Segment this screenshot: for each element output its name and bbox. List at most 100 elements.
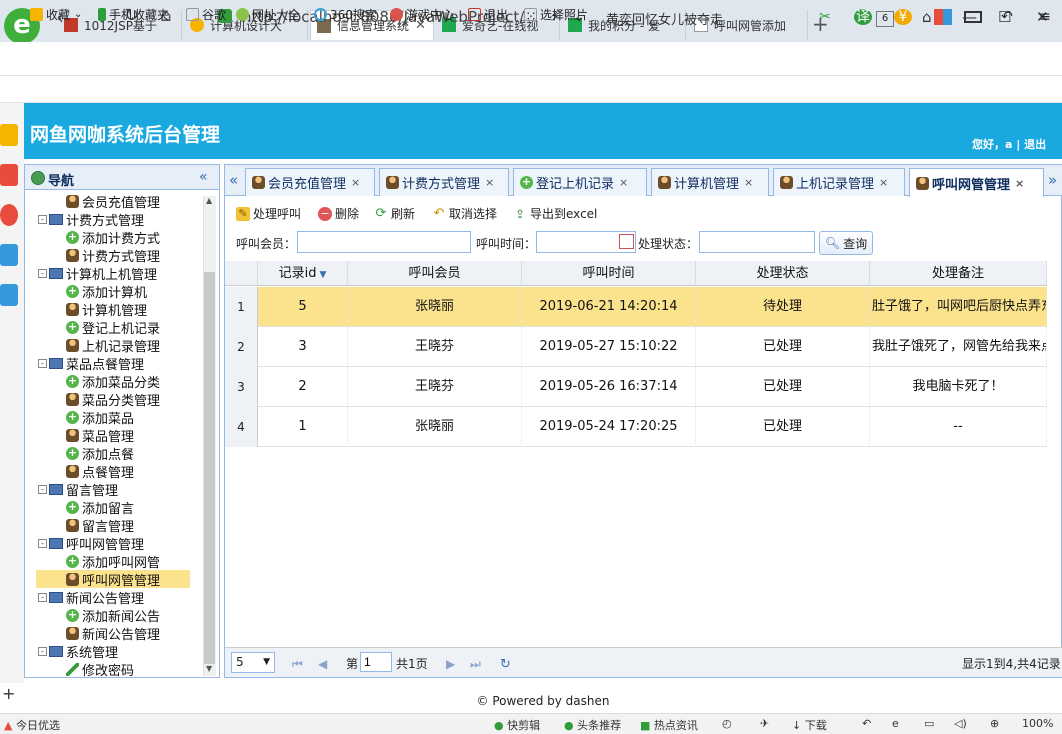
close-tab-icon[interactable]: ×	[351, 176, 360, 189]
nav-item-message-manage[interactable]: 留言管理	[66, 516, 134, 535]
delete-button[interactable]: − 删除	[318, 205, 359, 222]
undo-icon[interactable]: ↶	[998, 9, 1016, 25]
prev-page-icon[interactable]: ◀	[318, 657, 327, 671]
tree-toggle-icon[interactable]: -	[38, 484, 47, 494]
nav-item-add-computer[interactable]: + 添加计算机	[66, 282, 147, 301]
grid-header-status[interactable]: 处理状态	[696, 261, 870, 286]
close-tab-icon[interactable]: ×	[879, 176, 888, 189]
grid-header-id[interactable]: 记录id ▼	[258, 261, 348, 286]
status-ie-icon[interactable]: e	[892, 717, 899, 730]
last-page-icon[interactable]: ⏭	[470, 657, 481, 672]
bookmark-item[interactable]: 选择照片	[524, 6, 588, 23]
scroll-up-icon[interactable]: ▲	[206, 196, 212, 205]
side-star-icon[interactable]	[0, 124, 18, 146]
zoom-level[interactable]: 100%	[1022, 717, 1053, 730]
status-item-headlines[interactable]: ● 头条推荐	[564, 717, 621, 733]
close-tab-icon[interactable]: ×	[1015, 177, 1024, 190]
bookmark-item[interactable]: 360搜索	[314, 6, 377, 23]
bookmark-item[interactable]: 手机收藏夹	[98, 6, 169, 23]
nav-group-system[interactable]: - 系统管理	[38, 642, 118, 661]
nav-scrollbar-thumb[interactable]	[204, 272, 215, 664]
side-add-icon[interactable]: +	[2, 684, 15, 703]
mail-icon[interactable]	[0, 244, 18, 266]
tab-register-session[interactable]: + 登记上机记录 ×	[513, 168, 647, 196]
nav-group-news[interactable]: - 新闻公告管理	[38, 588, 144, 607]
battery-icon[interactable]	[964, 11, 982, 23]
next-page-icon[interactable]: ▶	[446, 657, 455, 671]
tabs-scroll-right-icon[interactable]: »	[1048, 171, 1057, 189]
status-volume-icon[interactable]: ◁)	[954, 717, 967, 730]
tab-call-manage[interactable]: 呼叫网管管理 ×	[909, 168, 1044, 197]
nav-group-billing[interactable]: - 计费方式管理	[38, 210, 144, 229]
nav-item-food-manage[interactable]: 菜品管理	[66, 426, 134, 445]
tabs-scroll-left-icon[interactable]: «	[229, 171, 238, 189]
close-tab-icon[interactable]: ×	[485, 176, 494, 189]
first-page-icon[interactable]: ⏮	[292, 657, 303, 672]
nav-item-member-recharge[interactable]: 会员充值管理	[66, 192, 160, 211]
status-zoom-icon[interactable]: ⊕	[990, 717, 999, 730]
status-item-clip[interactable]: ● 快剪辑	[494, 717, 540, 733]
nav-item-add-food-category[interactable]: + 添加菜品分类	[66, 372, 160, 391]
coin-icon[interactable]: ¥	[894, 9, 912, 25]
bookmark-item[interactable]: 谷歌	[186, 6, 226, 23]
nav-item-change-password[interactable]: 修改密码	[66, 660, 134, 679]
bookmark-item[interactable]: 收藏 ⌄	[30, 6, 82, 23]
bookmark-item[interactable]: 退出	[468, 6, 508, 23]
nav-item-add-call[interactable]: + 添加呼叫网管	[66, 552, 160, 571]
bookmark-item[interactable]: 游戏中心	[390, 6, 454, 23]
shirt-icon[interactable]: ⌂	[922, 8, 932, 26]
tree-toggle-icon[interactable]: -	[38, 358, 47, 368]
close-tab-icon[interactable]: ×	[619, 176, 628, 189]
scissors-icon[interactable]: ✂	[816, 9, 834, 25]
unselect-button[interactable]: ↶ 取消选择	[432, 205, 497, 222]
nav-item-billing-manage[interactable]: 计费方式管理	[66, 246, 160, 265]
status-item-hotnews[interactable]: ■ 热点资讯	[640, 717, 698, 733]
nav-item-session-manage[interactable]: 上机记录管理	[66, 336, 160, 355]
page-size-select[interactable]: 5 ▼	[231, 652, 275, 673]
nav-group-message[interactable]: - 留言管理	[38, 480, 118, 499]
status-item-download[interactable]: ↓ 下载	[792, 717, 827, 733]
refresh-button[interactable]: ⟳ 刷新	[374, 205, 415, 222]
page-number-input[interactable]	[360, 652, 392, 672]
search-suggestion[interactable]: 黄奕回忆女儿被夺走	[606, 9, 723, 28]
nav-item-add-message[interactable]: + 添加留言	[66, 498, 134, 517]
apps-icon[interactable]	[934, 9, 952, 25]
tab-count-badge[interactable]: 6	[876, 11, 894, 27]
status-undo-icon[interactable]: ↶	[862, 717, 871, 730]
scroll-down-icon[interactable]: ▼	[206, 664, 212, 673]
tree-toggle-icon[interactable]: -	[38, 538, 47, 548]
tab-computer-manage[interactable]: 计算机管理 ×	[651, 168, 769, 196]
user-greeting[interactable]: 您好，a | 退出	[972, 136, 1046, 152]
weibo-icon[interactable]	[0, 204, 18, 226]
nav-item-food-category-manage[interactable]: 菜品分类管理	[66, 390, 160, 409]
refresh-page-icon[interactable]: ↻	[500, 657, 511, 672]
nav-item-register-session[interactable]: + 登记上机记录	[66, 318, 160, 337]
close-tab-icon[interactable]: ×	[744, 176, 753, 189]
nav-item-add-billing[interactable]: + 添加计费方式	[66, 228, 160, 247]
nav-item-call-manage[interactable]: 呼叫网管管理	[36, 570, 190, 589]
status-daily-picks[interactable]: ▲ 今日优选	[4, 717, 60, 733]
grid-header-time[interactable]: 呼叫时间	[522, 261, 696, 286]
tab-member-recharge[interactable]: 会员充值管理 ×	[245, 168, 375, 196]
nav-item-add-news[interactable]: + 添加新闻公告	[66, 606, 160, 625]
tree-toggle-icon[interactable]: -	[38, 646, 47, 656]
nav-item-add-order[interactable]: + 添加点餐	[66, 444, 134, 463]
tree-toggle-icon[interactable]: -	[38, 214, 47, 224]
tab-billing-manage[interactable]: 计费方式管理 ×	[379, 168, 509, 196]
search-button[interactable]: 🔍︎ 查询	[819, 231, 873, 255]
nav-item-order-manage[interactable]: 点餐管理	[66, 462, 134, 481]
grid-header-member[interactable]: 呼叫会员	[348, 261, 522, 286]
sort-desc-icon[interactable]: ▼	[319, 270, 326, 280]
nav-group-computer[interactable]: - 计算机上机管理	[38, 264, 157, 283]
side-news-icon[interactable]	[0, 164, 18, 186]
calendar-icon[interactable]	[619, 234, 634, 249]
status-pin-icon[interactable]: ✈	[760, 717, 769, 730]
status-page-icon[interactable]: ▭	[924, 717, 934, 730]
menu-icon[interactable]: ≡	[1036, 9, 1054, 25]
grid-header-note[interactable]: 处理备注	[870, 261, 1047, 286]
nav-group-food[interactable]: - 菜品点餐管理	[38, 354, 144, 373]
document-side-icon[interactable]	[0, 284, 18, 306]
collapse-left-icon[interactable]: «	[199, 169, 208, 185]
status-filter-input[interactable]	[699, 231, 815, 253]
tree-toggle-icon[interactable]: -	[38, 592, 47, 602]
